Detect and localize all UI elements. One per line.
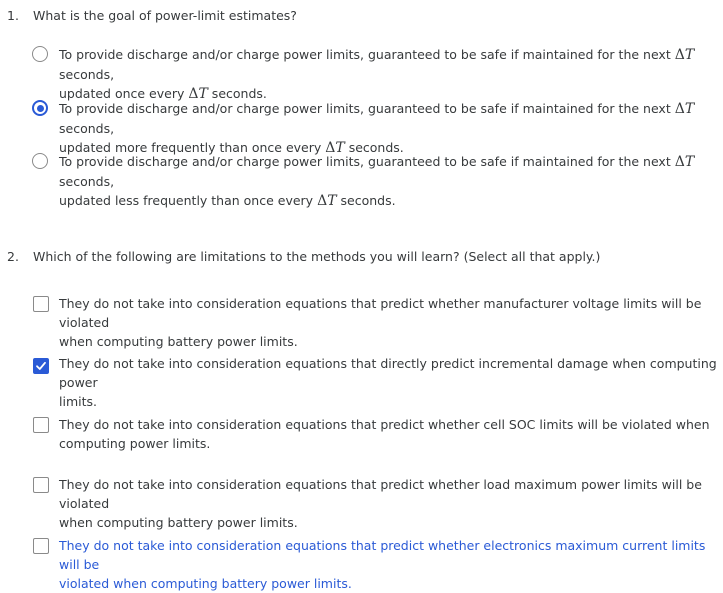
checkmark-icon [36, 361, 46, 370]
question-number: 1. [7, 8, 19, 23]
option-text: To provide discharge and/or charge power… [59, 47, 695, 102]
question-number: 2. [7, 249, 19, 264]
checkbox-checked[interactable] [33, 358, 49, 374]
radio-button-selected[interactable] [32, 100, 48, 116]
checkbox[interactable] [33, 296, 49, 312]
option-text: To provide discharge and/or charge power… [59, 101, 695, 156]
option-text: They do not take into consideration equa… [59, 296, 702, 349]
question-text: What is the goal of power-limit estimate… [33, 8, 297, 23]
option-text: To provide discharge and/or charge power… [59, 154, 695, 209]
checkbox[interactable] [33, 538, 49, 554]
option-text: They do not take into consideration equa… [59, 417, 710, 451]
checkbox[interactable] [33, 477, 49, 493]
checkbox[interactable] [33, 417, 49, 433]
question-text: Which of the following are limitations t… [33, 249, 601, 264]
option-text: They do not take into consideration equa… [59, 477, 702, 530]
radio-button[interactable] [32, 46, 48, 62]
option-text: They do not take into consideration equa… [59, 356, 717, 409]
radio-button[interactable] [32, 153, 48, 169]
option-text-hovered: They do not take into consideration equa… [59, 538, 706, 591]
